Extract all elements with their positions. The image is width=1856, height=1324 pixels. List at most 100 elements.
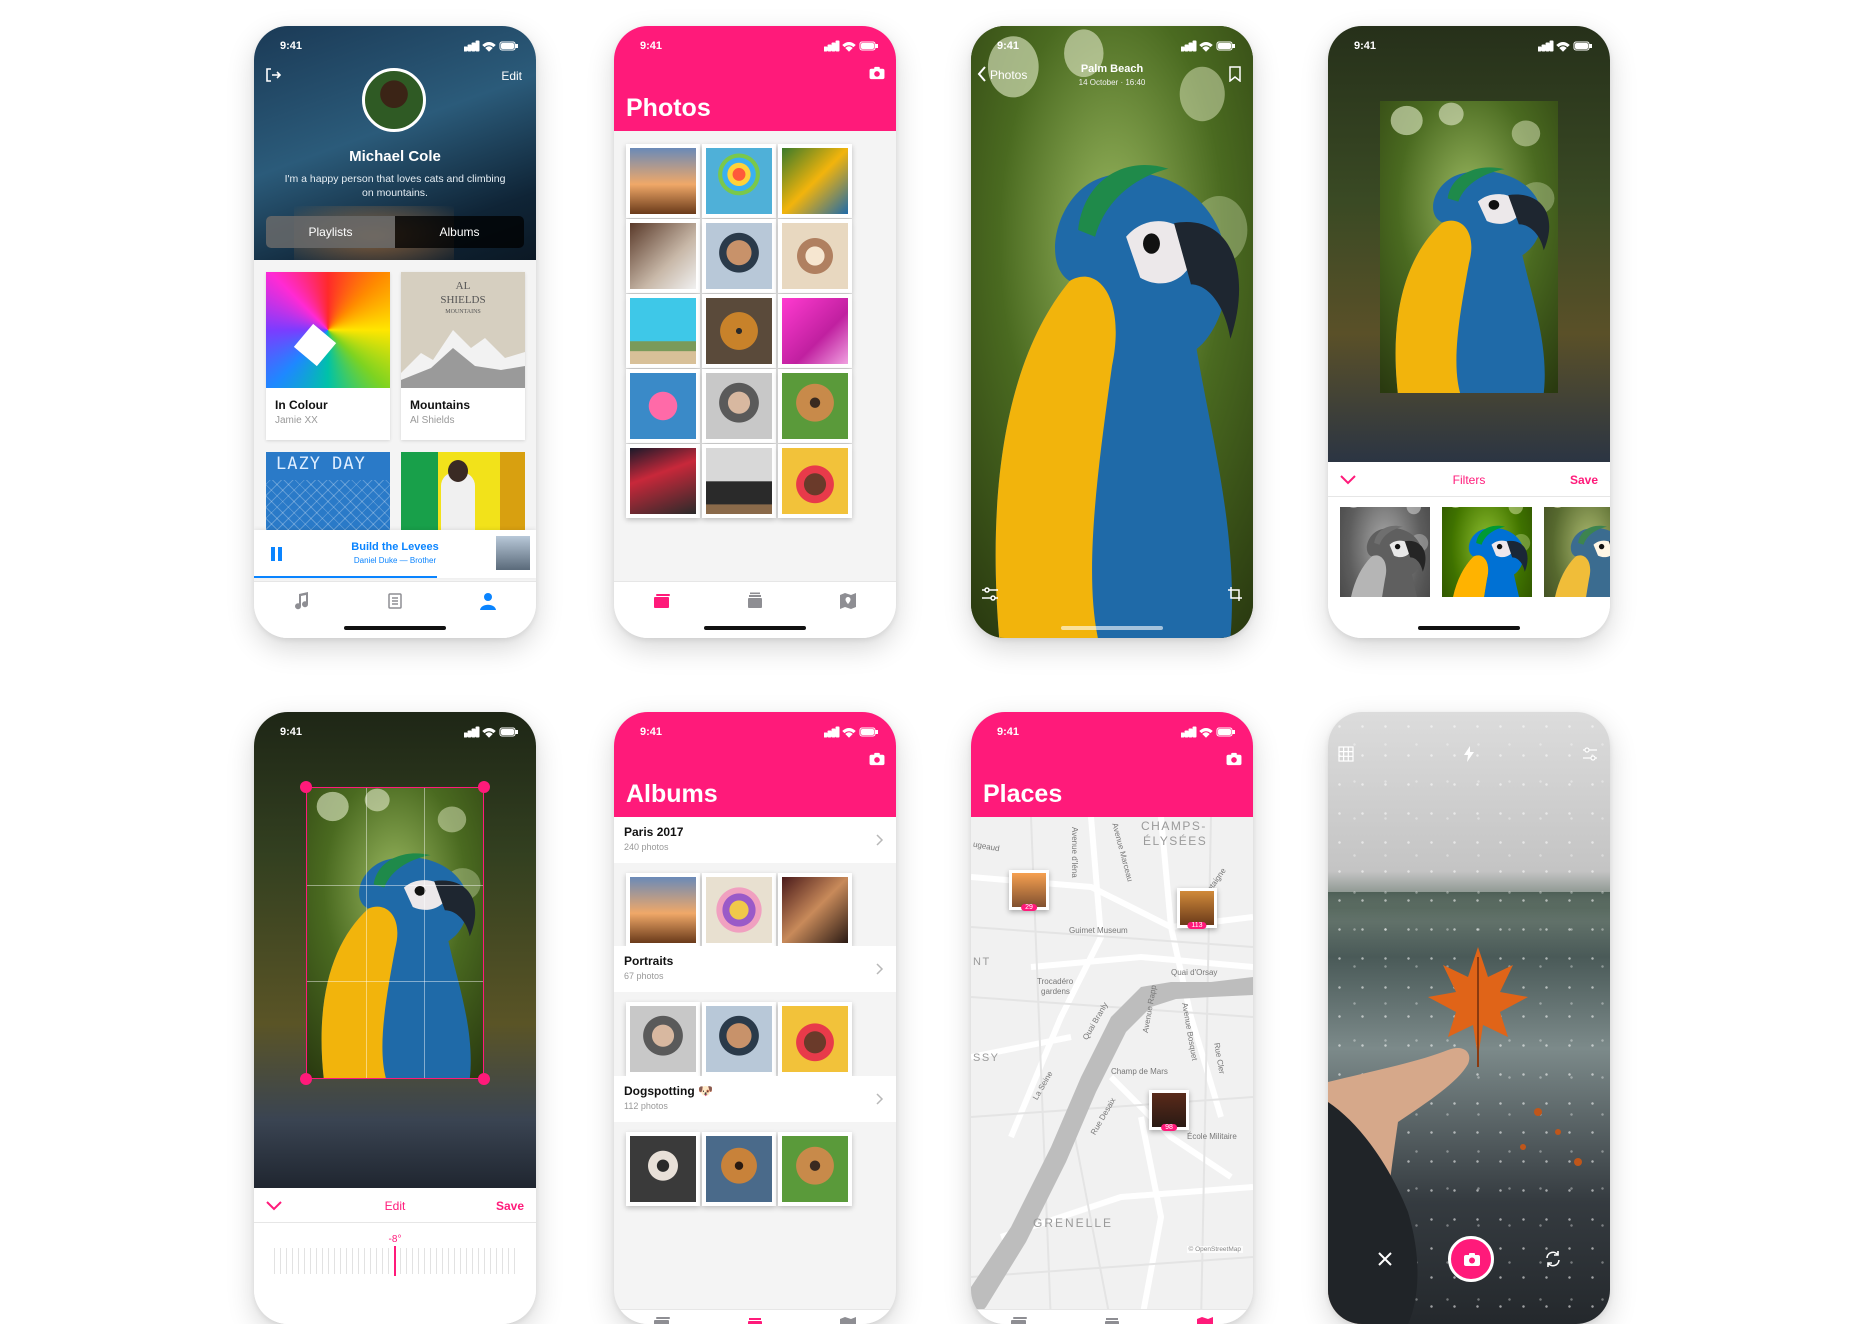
photos-tab-icon[interactable] — [652, 592, 672, 610]
now-playing-title: Build the Levees — [351, 541, 439, 553]
panel-divider — [1328, 496, 1610, 497]
album-cover-white-square — [293, 323, 337, 367]
map-label: Avenue d'Iéna — [1070, 827, 1079, 878]
status-bar: 9:41 — [254, 712, 536, 752]
photo-thumbnail[interactable] — [626, 369, 700, 443]
tab-bar — [971, 1309, 1253, 1324]
status-icons — [824, 40, 878, 52]
album-card-in-colour[interactable]: In Colour Jamie XX — [266, 272, 390, 440]
map-pin[interactable]: 113 — [1177, 888, 1217, 929]
library-icon[interactable] — [385, 592, 405, 610]
filters-preview-photo — [1380, 101, 1558, 393]
profile-bio-line1: I'm a happy person that loves cats and c… — [284, 173, 506, 185]
crop-handle-tl[interactable] — [300, 781, 312, 793]
filter-thumb-vivid[interactable] — [1442, 507, 1532, 597]
filter-thumb-warm[interactable] — [1544, 507, 1610, 597]
album-photo-thumbnail[interactable] — [702, 1002, 776, 1076]
places-tab-icon[interactable] — [838, 592, 858, 610]
photos-screen: Photos 9:41 — [614, 26, 896, 638]
status-icons — [464, 40, 518, 52]
edit-profile-button[interactable]: Edit — [501, 69, 522, 83]
now-playing-bar[interactable]: Build the Levees Daniel Duke — Brother — [254, 530, 536, 578]
bookmark-icon[interactable] — [1229, 66, 1241, 82]
profile-screen: 9:41 Edit Michael Cole I'm a happy perso… — [254, 26, 536, 638]
album-photo-thumbnail[interactable] — [626, 1002, 700, 1076]
flash-icon[interactable] — [1463, 746, 1475, 762]
albums-tab-icon[interactable] — [745, 592, 765, 610]
photo-thumbnail[interactable] — [626, 144, 700, 218]
photos-tab-icon[interactable] — [652, 1316, 672, 1324]
camera-icon[interactable] — [1225, 752, 1243, 766]
rotation-indicator — [394, 1246, 396, 1276]
map-pin[interactable]: 29 — [1009, 870, 1049, 911]
save-button[interactable]: Save — [1570, 473, 1598, 487]
camera-icon[interactable] — [868, 66, 886, 80]
status-time: 9:41 — [997, 40, 1020, 52]
status-bar: 9:41 — [614, 712, 896, 752]
photo-thumbnail[interactable] — [778, 444, 852, 518]
close-icon[interactable] — [1378, 1252, 1392, 1266]
page-title: Albums — [626, 780, 718, 808]
crop-handle-tr[interactable] — [478, 781, 490, 793]
photo-thumbnail[interactable] — [702, 294, 776, 368]
photo-thumbnail[interactable] — [702, 444, 776, 518]
segment-playlists[interactable]: Playlists — [266, 216, 395, 248]
crop-icon[interactable] — [1227, 586, 1243, 602]
album-card-lazy-day[interactable]: LAZY DAY — [266, 452, 390, 542]
status-bar: 9:41 — [614, 26, 896, 66]
album-group-row[interactable]: Dogspotting 🐶 112 photos — [614, 1076, 896, 1122]
albums-tab-icon[interactable] — [745, 1316, 765, 1324]
album-photo-thumbnail[interactable] — [626, 1132, 700, 1206]
album-photo-thumbnail[interactable] — [778, 873, 852, 947]
filter-thumb-mono[interactable] — [1340, 507, 1430, 597]
music-icon[interactable] — [292, 592, 312, 610]
logout-icon[interactable] — [264, 66, 282, 84]
adjust-icon[interactable] — [981, 586, 999, 602]
crop-title: Edit — [384, 1199, 406, 1213]
save-button[interactable]: Save — [496, 1199, 524, 1213]
switch-camera-icon[interactable] — [1544, 1250, 1562, 1268]
status-icons — [824, 726, 878, 738]
album-photo-thumbnail[interactable] — [626, 873, 700, 947]
adjust-icon[interactable] — [1582, 746, 1598, 762]
photo-thumbnail[interactable] — [778, 219, 852, 293]
crop-grid-v1 — [365, 788, 367, 1078]
album-group-row[interactable]: Paris 2017 240 photos — [614, 817, 896, 863]
album-card-mountains[interactable]: AL SHIELDS MOUNTAINS Mountains Al Shield… — [401, 272, 525, 440]
grid-icon[interactable] — [1338, 746, 1354, 762]
photo-thumbnail[interactable] — [702, 219, 776, 293]
profile-icon[interactable] — [478, 592, 498, 610]
photo-thumbnail[interactable] — [702, 144, 776, 218]
album-group-name: Dogspotting 🐶 — [624, 1084, 713, 1098]
photos-tab-icon[interactable] — [1009, 1316, 1029, 1324]
albums-tab-icon[interactable] — [1102, 1316, 1122, 1324]
shutter-button[interactable] — [1448, 1236, 1494, 1282]
places-tab-icon[interactable] — [1195, 1316, 1215, 1324]
album-photo-thumbnail[interactable] — [702, 1132, 776, 1206]
photo-thumbnail[interactable] — [626, 219, 700, 293]
album-group-row[interactable]: Portraits 67 photos — [614, 946, 896, 992]
album-photo-thumbnail[interactable] — [778, 1132, 852, 1206]
map-pin[interactable]: 98 — [1149, 1090, 1189, 1131]
camera-icon[interactable] — [868, 752, 886, 766]
album-photo-thumbnail[interactable] — [778, 1002, 852, 1076]
photo-thumbnail[interactable] — [778, 294, 852, 368]
crop-screen: 9:41 Edit Save -8° — [254, 712, 536, 1324]
segment-albums[interactable]: Albums — [395, 216, 524, 248]
album-card-portrait[interactable] — [401, 452, 525, 542]
crop-handle-bl[interactable] — [300, 1073, 312, 1085]
photo-thumbnail[interactable] — [778, 144, 852, 218]
photo-thumbnail[interactable] — [626, 444, 700, 518]
segmented-control: Playlists Albums — [266, 216, 524, 248]
crop-frame[interactable] — [306, 787, 484, 1079]
crop-grid-v2 — [424, 788, 426, 1078]
photo-thumbnail[interactable] — [778, 369, 852, 443]
album-photo-thumbnail[interactable] — [702, 873, 776, 947]
parrot-photo — [971, 26, 1253, 638]
map-label: CHAMPS- — [1141, 819, 1207, 833]
places-tab-icon[interactable] — [838, 1316, 858, 1324]
map-pin-count: 98 — [1161, 1124, 1177, 1131]
crop-handle-br[interactable] — [478, 1073, 490, 1085]
photo-thumbnail[interactable] — [626, 294, 700, 368]
photo-thumbnail[interactable] — [702, 369, 776, 443]
